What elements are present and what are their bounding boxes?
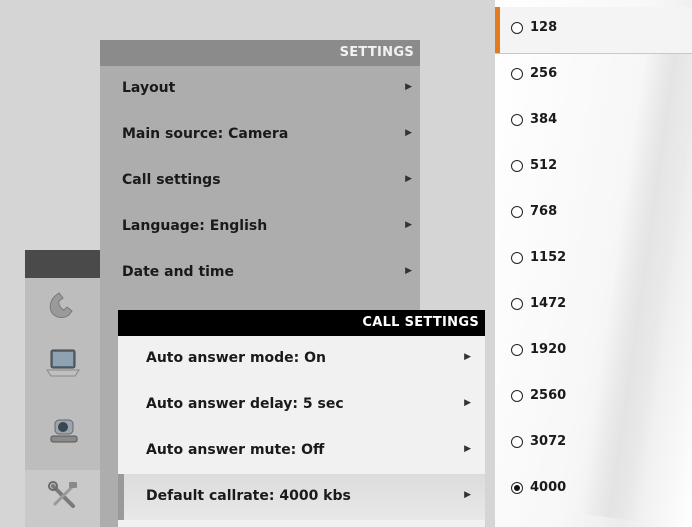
chevron-right-icon: ▶ <box>464 398 471 408</box>
callrate-option-label: 512 <box>530 158 558 173</box>
callrate-options-panel: 128 256 384 512 768 1152 1472 1920 2560 … <box>495 0 692 527</box>
call-item-auto-answer-mode[interactable]: Auto answer mode: On ▶ <box>118 336 485 382</box>
settings-item-layout[interactable]: Layout ▶ <box>100 66 420 112</box>
callrate-option-384[interactable]: 384 <box>495 99 692 145</box>
selection-indicator <box>118 474 124 520</box>
radio-button[interactable] <box>511 22 523 34</box>
callrate-option-1920[interactable]: 1920 <box>495 329 692 375</box>
settings-item-label: Layout <box>122 80 176 96</box>
callrate-option-4000[interactable]: 4000 <box>495 467 692 513</box>
radio-button[interactable] <box>511 252 523 264</box>
chevron-right-icon: ▶ <box>464 352 471 362</box>
callrate-option-2560[interactable]: 2560 <box>495 375 692 421</box>
call-item-label: Auto answer mute: Off <box>146 442 325 458</box>
radio-button[interactable] <box>511 436 523 448</box>
chevron-right-icon: ▶ <box>464 490 471 500</box>
settings-item-label: Call settings <box>122 172 221 188</box>
callrate-option-label: 1920 <box>530 342 567 357</box>
settings-item-label: Date and time <box>122 264 235 280</box>
chevron-right-icon: ▶ <box>464 444 471 454</box>
radio-button[interactable] <box>511 390 523 402</box>
callrate-option-label: 128 <box>530 20 558 35</box>
callrate-option-label: 256 <box>530 66 558 81</box>
chevron-right-icon: ▶ <box>405 220 412 230</box>
settings-item-label: Main source: Camera <box>122 126 289 142</box>
call-settings-header: CALL SETTINGS <box>118 310 485 336</box>
tools-icon[interactable] <box>43 476 83 516</box>
radio-button-checked[interactable] <box>511 482 523 494</box>
call-settings-panel: CALL SETTINGS Auto answer mode: On ▶ Aut… <box>118 310 485 527</box>
chevron-right-icon: ▶ <box>405 266 412 276</box>
callrate-option-label: 1472 <box>530 296 567 311</box>
settings-header: SETTINGS <box>100 40 420 66</box>
callrate-option-label: 768 <box>530 204 558 219</box>
callrate-option-label: 4000 <box>530 480 567 495</box>
phone-icon[interactable] <box>43 284 83 324</box>
radio-button[interactable] <box>511 160 523 172</box>
call-item-default-callrate[interactable]: Default callrate: 4000 kbs ▶ <box>118 474 485 520</box>
settings-item-label: Language: English <box>122 218 268 234</box>
focus-indicator <box>495 7 500 53</box>
call-item-auto-answer-mute[interactable]: Auto answer mute: Off ▶ <box>118 428 485 474</box>
call-item-label: Default callrate: 4000 kbs <box>146 488 351 504</box>
callrate-option-1152[interactable]: 1152 <box>495 237 692 283</box>
callrate-option-256[interactable]: 256 <box>495 53 692 99</box>
settings-item-date-time[interactable]: Date and time ▶ <box>100 250 420 296</box>
radio-button[interactable] <box>511 344 523 356</box>
settings-item-language[interactable]: Language: English ▶ <box>100 204 420 250</box>
callrate-option-label: 3072 <box>530 434 567 449</box>
callrate-option-768[interactable]: 768 <box>495 191 692 237</box>
chevron-right-icon: ▶ <box>405 128 412 138</box>
icon-strip-header <box>25 250 100 278</box>
laptop-icon[interactable] <box>43 342 83 382</box>
radio-button[interactable] <box>511 298 523 310</box>
settings-item-main-source[interactable]: Main source: Camera ▶ <box>100 112 420 158</box>
radio-button[interactable] <box>511 68 523 80</box>
radio-button[interactable] <box>511 206 523 218</box>
camera-icon[interactable] <box>43 410 83 450</box>
callrate-option-3072[interactable]: 3072 <box>495 421 692 467</box>
call-item-label: Auto answer mode: On <box>146 350 327 366</box>
radio-button[interactable] <box>511 114 523 126</box>
call-item-auto-answer-delay[interactable]: Auto answer delay: 5 sec ▶ <box>118 382 485 428</box>
callrate-option-label: 1152 <box>530 250 567 265</box>
call-item-label: Auto answer delay: 5 sec <box>146 396 344 412</box>
chevron-right-icon: ▶ <box>405 174 412 184</box>
settings-item-call-settings[interactable]: Call settings ▶ <box>100 158 420 204</box>
callrate-option-label: 2560 <box>530 388 567 403</box>
callrate-option-512[interactable]: 512 <box>495 145 692 191</box>
callrate-option-128[interactable]: 128 <box>495 7 692 54</box>
callrate-option-label: 384 <box>530 112 558 127</box>
callrate-option-1472[interactable]: 1472 <box>495 283 692 329</box>
chevron-right-icon: ▶ <box>405 82 412 92</box>
